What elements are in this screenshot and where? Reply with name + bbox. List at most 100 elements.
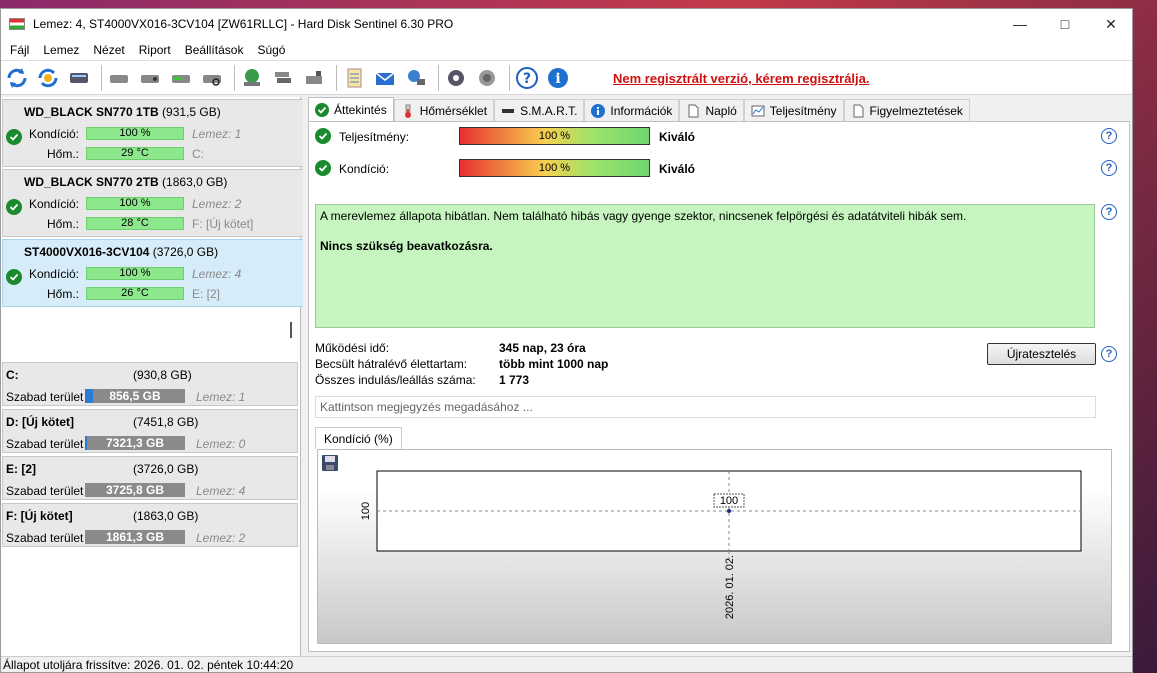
check-icon	[315, 160, 331, 176]
x-tick-label: 2026. 01. 02.	[724, 555, 736, 619]
toolbar-separator	[438, 64, 439, 91]
status-text: A merevlemez állapota hibátlan. Nem talá…	[320, 209, 967, 223]
disk-info-icon[interactable]	[66, 65, 92, 91]
window-title: Lemez: 4, ST4000VX016-3CV104 [ZW61RLLC] …	[33, 17, 454, 31]
disk-item[interactable]: WD_BLACK SN770 2TB (1863,0 GB) Kondíció:…	[2, 169, 308, 237]
refresh-icon[interactable]	[4, 65, 30, 91]
y-tick-label: 100	[360, 502, 372, 520]
left-panel: WD_BLACK SN770 1TB (931,5 GB) Kondíció: …	[1, 97, 308, 656]
lifetime-label: Becsült hátralévő élettartam:	[315, 357, 468, 371]
performance-bar: 100 %	[459, 127, 650, 145]
tab-information[interactable]: Információk	[584, 99, 680, 121]
help-icon[interactable]: ?	[1101, 346, 1117, 362]
note-input[interactable]: Kattintson megjegyzés megadásához ...	[315, 396, 1096, 418]
info-icon[interactable]: i	[545, 65, 571, 91]
menu-settings[interactable]: Beállítások	[178, 43, 251, 57]
point-label: 100	[720, 495, 738, 507]
tab-bar: Áttekintés Hőmérséklet S.M.A.R.T. Inform…	[308, 97, 970, 121]
menu-report[interactable]: Riport	[132, 43, 178, 57]
gear-icon[interactable]	[443, 65, 469, 91]
temperature-bar: 26 °C	[86, 287, 184, 300]
tab-smart[interactable]: S.M.A.R.T.	[494, 99, 585, 121]
tab-alerts[interactable]: Figyelmeztetések	[843, 99, 970, 121]
free-space-bar: 1861,3 GB	[85, 530, 185, 544]
condition-bar: 100 %	[86, 197, 184, 210]
condition-bar: 100 %	[459, 159, 650, 177]
help-icon[interactable]: ?	[1101, 160, 1117, 176]
partition-item[interactable]: F: [Új kötet] (1863,0 GB) Szabad terület…	[2, 503, 298, 547]
report-icon[interactable]	[341, 65, 367, 91]
usb-disk-icon[interactable]	[301, 65, 327, 91]
menu-help[interactable]: Súgó	[250, 43, 292, 57]
help-icon[interactable]: ?	[1101, 204, 1117, 220]
menu-bar: Fájl Lemez Nézet Riport Beállítások Súgó	[1, 39, 1132, 61]
network-monitor-icon[interactable]	[403, 65, 429, 91]
starts-label: Összes indulás/leállás száma:	[315, 373, 476, 387]
hdd-health-icon[interactable]	[168, 65, 194, 91]
document-icon	[686, 104, 700, 118]
menu-disk[interactable]: Lemez	[36, 43, 86, 57]
toolbar-separator	[234, 64, 235, 91]
temperature-bar: 28 °C	[86, 217, 184, 230]
status-bar: Állapot utoljára frissítve: 2026. 01. 02…	[1, 656, 1132, 672]
uptime-label: Működési idő:	[315, 341, 390, 355]
svg-text:i: i	[555, 71, 560, 87]
close-button[interactable]: ✕	[1088, 9, 1132, 39]
document-icon	[851, 104, 865, 118]
info-icon	[591, 103, 606, 118]
network-icon[interactable]	[239, 65, 265, 91]
lifetime-value: több mint 1000 nap	[499, 357, 609, 371]
unregistered-link[interactable]: Nem regisztrált verzió, kérem regisztrál…	[613, 71, 870, 86]
right-panel: Áttekintés Hőmérséklet S.M.A.R.T. Inform…	[303, 97, 1132, 656]
condition-bar: 100 %	[86, 267, 184, 280]
hdd-icon	[501, 104, 515, 118]
check-icon	[315, 128, 331, 144]
app-window: Lemez: 4, ST4000VX016-3CV104 [ZW61RLLC] …	[0, 8, 1133, 673]
toolbar-separator	[336, 64, 337, 91]
disk-item-selected[interactable]: ST4000VX016-3CV104 (3726,0 GB) Kondíció:…	[2, 239, 308, 307]
uptime-value: 345 nap, 23 óra	[499, 341, 586, 355]
mail-icon[interactable]	[372, 65, 398, 91]
chart-tab-condition[interactable]: Kondíció (%)	[315, 427, 402, 449]
overview-panel: Teljesítmény: 100 % Kiváló ? Kondíció: 1…	[308, 121, 1130, 652]
partition-item[interactable]: D: [Új kötet] (7451,8 GB) Szabad terület…	[2, 409, 298, 453]
condition-bar: 100 %	[86, 127, 184, 140]
temperature-bar: 29 °C	[86, 147, 184, 160]
title-bar: Lemez: 4, ST4000VX016-3CV104 [ZW61RLLC] …	[1, 9, 1132, 39]
minimize-button[interactable]: —	[997, 9, 1043, 39]
disk-name: WD_BLACK SN770 1TB (931,5 GB)	[24, 105, 221, 119]
tab-performance[interactable]: Teljesítmény	[743, 99, 844, 121]
app-icon	[9, 18, 25, 30]
tab-log[interactable]: Napló	[679, 99, 744, 121]
partition-item[interactable]: C: (930,8 GB) Szabad terület 856,5 GB Le…	[2, 362, 298, 406]
condition-rating: Kiváló	[659, 162, 696, 176]
hdd-test-icon[interactable]	[137, 65, 163, 91]
splitter-handle[interactable]	[290, 322, 292, 338]
chart-icon	[751, 104, 765, 118]
help-icon[interactable]: ?	[1101, 128, 1117, 144]
tab-temperature[interactable]: Hőmérséklet	[393, 99, 495, 121]
performance-rating: Kiváló	[659, 130, 696, 144]
free-space-bar: 7321,3 GB	[85, 436, 185, 450]
refresh-all-icon[interactable]	[35, 65, 61, 91]
hdd-stack-icon[interactable]	[270, 65, 296, 91]
status-action: Nincs szükség beavatkozásra.	[320, 239, 493, 253]
hdd-search-icon[interactable]	[199, 65, 225, 91]
menu-view[interactable]: Nézet	[86, 43, 131, 57]
disk-name: WD_BLACK SN770 2TB (1863,0 GB)	[24, 175, 228, 189]
toolbar-separator	[509, 64, 510, 91]
svg-text:?: ?	[523, 71, 531, 87]
check-icon	[6, 269, 22, 285]
speaker-icon[interactable]	[474, 65, 500, 91]
maximize-button[interactable]: □	[1042, 9, 1088, 39]
partition-item[interactable]: E: [2] (3726,0 GB) Szabad terület 3725,8…	[2, 456, 298, 500]
menu-file[interactable]: Fájl	[3, 43, 36, 57]
status-box: A merevlemez állapota hibátlan. Nem talá…	[315, 204, 1095, 328]
data-point	[727, 509, 731, 513]
help-icon[interactable]: ?	[514, 65, 540, 91]
performance-label: Teljesítmény:	[339, 130, 410, 144]
disk-item[interactable]: WD_BLACK SN770 1TB (931,5 GB) Kondíció: …	[2, 99, 308, 167]
hdd-icon[interactable]	[106, 65, 132, 91]
tab-overview[interactable]: Áttekintés	[308, 97, 394, 121]
retest-button[interactable]: Újratesztelés	[987, 343, 1096, 365]
